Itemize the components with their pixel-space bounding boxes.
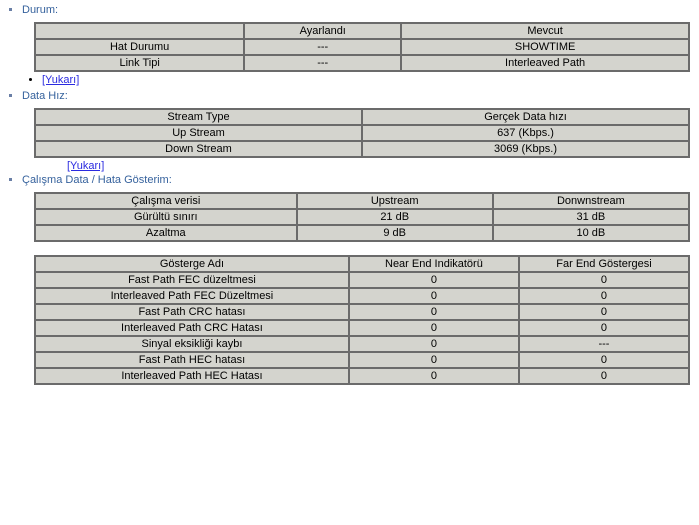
cell-name: Link Tipi	[35, 55, 244, 71]
header-current: Mevcut	[401, 23, 689, 39]
cell-value: 637 (Kbps.)	[362, 125, 689, 141]
cell-current: Interleaved Path	[401, 55, 689, 71]
header-stream: Stream Type	[35, 109, 362, 125]
table-row: Link Tipi --- Interleaved Path	[35, 55, 689, 71]
up-link-datahiz[interactable]: [Yukarı]	[67, 160, 104, 172]
up-link-durum[interactable]: [Yukarı]	[42, 74, 79, 86]
header-down: Donwnstream	[493, 193, 689, 209]
header-up: Upstream	[297, 193, 493, 209]
cell-down: 10 dB	[493, 225, 689, 241]
header-near: Near End Indikatörü	[349, 256, 519, 272]
cell-name: Fast Path FEC düzeltmesi	[35, 272, 349, 288]
section-calisma-label: Çalışma Data / Hata Gösterim:	[22, 174, 172, 186]
cell-near: 0	[349, 320, 519, 336]
cell-near: 0	[349, 288, 519, 304]
cell-set: ---	[244, 55, 401, 71]
table-datahiz: Stream Type Gerçek Data hızı Up Stream 6…	[34, 108, 690, 158]
cell-set: ---	[244, 39, 401, 55]
table-row: Interleaved Path CRC Hatası 0 0	[35, 320, 689, 336]
table-row: Azaltma 9 dB 10 dB	[35, 225, 689, 241]
cell-far: 0	[519, 320, 689, 336]
cell-name: Hat Durumu	[35, 39, 244, 55]
cell-blank	[35, 23, 244, 39]
cell-near: 0	[349, 272, 519, 288]
header-indicator: Gösterge Adı	[35, 256, 349, 272]
table-row: Çalışma verisi Upstream Donwnstream	[35, 193, 689, 209]
cell-far: 0	[519, 272, 689, 288]
cell-far: 0	[519, 288, 689, 304]
cell-name: Interleaved Path FEC Düzeltmesi	[35, 288, 349, 304]
cell-current: SHOWTIME	[401, 39, 689, 55]
table-row: Fast Path FEC düzeltmesi 0 0	[35, 272, 689, 288]
table-row: Ayarlandı Mevcut	[35, 23, 689, 39]
table-row: Fast Path HEC hatası 0 0	[35, 352, 689, 368]
cell-down: 31 dB	[493, 209, 689, 225]
table-row: Stream Type Gerçek Data hızı	[35, 109, 689, 125]
header-far: Far End Göstergesi	[519, 256, 689, 272]
cell-near: 0	[349, 336, 519, 352]
cell-name: Sinyal eksikliği kaybı	[35, 336, 349, 352]
table-row: Interleaved Path HEC Hatası 0 0	[35, 368, 689, 384]
table-gosterge: Gösterge Adı Near End Indikatörü Far End…	[34, 255, 690, 385]
table-row: Fast Path CRC hatası 0 0	[35, 304, 689, 320]
cell-near: 0	[349, 368, 519, 384]
cell-up: 21 dB	[297, 209, 493, 225]
cell-far: 0	[519, 304, 689, 320]
table-row: Down Stream 3069 (Kbps.)	[35, 141, 689, 157]
cell-name: Fast Path HEC hatası	[35, 352, 349, 368]
cell-up: 9 dB	[297, 225, 493, 241]
table-row: Gürültü sınırı 21 dB 31 dB	[35, 209, 689, 225]
cell-near: 0	[349, 352, 519, 368]
cell-far: ---	[519, 336, 689, 352]
table-durum: Ayarlandı Mevcut Hat Durumu --- SHOWTIME…	[34, 22, 690, 72]
table-row: Hat Durumu --- SHOWTIME	[35, 39, 689, 55]
table-row: Up Stream 637 (Kbps.)	[35, 125, 689, 141]
cell-name: Azaltma	[35, 225, 297, 241]
section-datahiz-label: Data Hız:	[22, 90, 68, 102]
cell-name: Interleaved Path HEC Hatası	[35, 368, 349, 384]
cell-far: 0	[519, 352, 689, 368]
table-row: Gösterge Adı Near End Indikatörü Far End…	[35, 256, 689, 272]
header-rate: Gerçek Data hızı	[362, 109, 689, 125]
cell-name: Fast Path CRC hatası	[35, 304, 349, 320]
table-calisma: Çalışma verisi Upstream Donwnstream Gürü…	[34, 192, 690, 242]
cell-name: Gürültü sınırı	[35, 209, 297, 225]
header-working: Çalışma verisi	[35, 193, 297, 209]
cell-name: Interleaved Path CRC Hatası	[35, 320, 349, 336]
cell-near: 0	[349, 304, 519, 320]
cell-name: Up Stream	[35, 125, 362, 141]
cell-value: 3069 (Kbps.)	[362, 141, 689, 157]
header-set: Ayarlandı	[244, 23, 401, 39]
cell-name: Down Stream	[35, 141, 362, 157]
table-row: Sinyal eksikliği kaybı 0 ---	[35, 336, 689, 352]
cell-far: 0	[519, 368, 689, 384]
section-durum-label: Durum:	[22, 4, 58, 16]
table-row: Interleaved Path FEC Düzeltmesi 0 0	[35, 288, 689, 304]
